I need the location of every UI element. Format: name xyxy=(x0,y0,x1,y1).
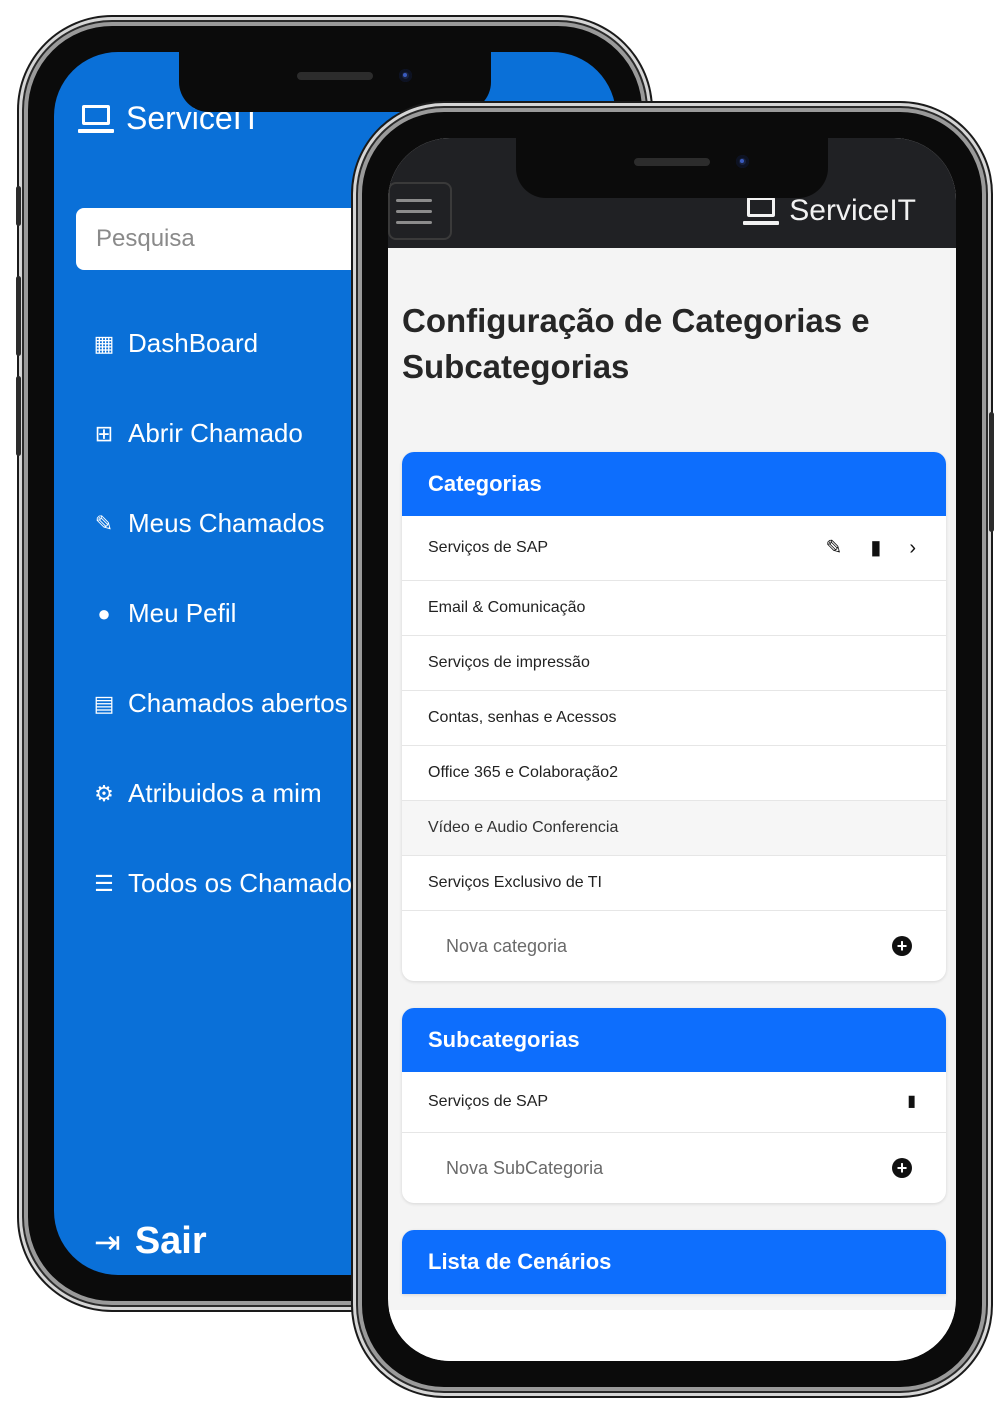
sidebar-item-label: Chamados abertos xyxy=(128,688,348,718)
add-ticket-icon: ⊞ xyxy=(94,420,114,446)
row-actions: ✎ ▮ › xyxy=(826,538,916,558)
laptop-icon xyxy=(78,104,114,133)
sidebar-item-dashboard[interactable]: ▦ DashBoard xyxy=(92,328,258,359)
sidebar-item-todos[interactable]: ☰ Todos os Chamados xyxy=(92,868,365,899)
speaker xyxy=(634,158,710,166)
categories-header: Categorias xyxy=(402,452,946,516)
scenarios-header: Lista de Cenários xyxy=(402,1230,946,1294)
power-button xyxy=(989,412,994,532)
categories-card: Categorias Serviços de SAP ✎ ▮ › Email &… xyxy=(402,452,946,981)
category-row[interactable]: Email & Comunicação xyxy=(402,581,946,636)
category-label: Contas, senhas e Acessos xyxy=(428,709,617,726)
sidebar-item-label: Meu Pefil xyxy=(128,598,237,628)
menu-toggle-button[interactable] xyxy=(388,182,452,240)
sidebar-item-meu-perfil[interactable]: ● Meu Pefil xyxy=(92,598,236,629)
category-label: Serviços de SAP xyxy=(428,539,549,556)
sidebar-item-atribuidos[interactable]: ⚙ Atribuidos a mim xyxy=(92,778,322,809)
add-category-icon[interactable]: + xyxy=(892,936,912,956)
laptop-icon xyxy=(743,197,780,225)
speaker xyxy=(297,72,373,80)
phone-front: ServiceIT Configuração de Categorias e S… xyxy=(358,108,994,1391)
page-title: Configuração de Categorias e Subcategori… xyxy=(402,302,870,385)
clipboard-icon: ▤ xyxy=(93,690,115,716)
front-camera xyxy=(399,69,412,82)
sidebar-item-label: DashBoard xyxy=(128,328,259,358)
trash-icon[interactable]: ▮ xyxy=(870,538,881,558)
subcategories-card: Subcategorias Serviços de SAP ▮ Nova Sub… xyxy=(402,1008,946,1203)
dashboard-icon: ▦ xyxy=(93,330,115,356)
new-subcategory-input[interactable]: Nova SubCategoria xyxy=(446,1158,603,1179)
category-row[interactable]: Serviços de impressão xyxy=(402,636,946,691)
logout-label: Sair xyxy=(134,1220,207,1262)
category-row[interactable]: Serviços Exclusivo de TI xyxy=(402,856,946,911)
trash-icon[interactable]: ▮ xyxy=(907,1092,916,1112)
user-edit-icon: ✎ xyxy=(94,510,114,536)
add-subcategory-icon[interactable]: + xyxy=(892,1158,912,1178)
volume-down-button xyxy=(16,376,21,456)
navbar-brand-label: ServiceIT xyxy=(789,194,916,227)
list-icon: ☰ xyxy=(94,870,114,896)
scenarios-card: Lista de Cenários xyxy=(402,1230,946,1294)
new-subcategory-row: Nova SubCategoria + xyxy=(402,1133,946,1203)
new-category-input[interactable]: Nova categoria xyxy=(446,936,567,957)
category-label: Office 365 e Colaboração2 xyxy=(428,764,619,781)
navbar-brand[interactable]: ServiceIT xyxy=(743,194,916,228)
edit-icon[interactable]: ✎ xyxy=(826,538,843,558)
category-row[interactable]: Serviços de SAP ✎ ▮ › xyxy=(402,516,946,581)
logout-button[interactable]: ⇥ Sair xyxy=(94,1220,207,1263)
search-input[interactable] xyxy=(76,208,406,270)
row-actions: ▮ xyxy=(907,1092,916,1112)
subcategory-label: Serviços de SAP xyxy=(428,1093,549,1110)
volume-up-button xyxy=(16,276,21,356)
logout-icon: ⇥ xyxy=(94,1223,121,1260)
user-icon: ● xyxy=(97,600,111,626)
category-row[interactable]: Contas, senhas e Acessos xyxy=(402,691,946,746)
screen-bottom xyxy=(388,1310,956,1361)
category-label: Vídeo e Audio Conferencia xyxy=(428,819,619,836)
sidebar-item-abrir-chamado[interactable]: ⊞ Abrir Chamado xyxy=(92,418,303,449)
category-label: Serviços de impressão xyxy=(428,654,590,671)
notch xyxy=(179,52,491,112)
mute-switch xyxy=(16,186,21,226)
sidebar-item-chamados-abertos[interactable]: ▤ Chamados abertos xyxy=(92,688,348,719)
front-camera xyxy=(736,155,749,168)
category-row[interactable]: Office 365 e Colaboração2 xyxy=(402,746,946,801)
sidebar-item-label: Atribuidos a mim xyxy=(128,778,322,808)
category-row[interactable]: Vídeo e Audio Conferencia xyxy=(402,801,946,856)
sidebar-item-meus-chamados[interactable]: ✎ Meus Chamados xyxy=(92,508,325,539)
sidebar-item-label: Meus Chamados xyxy=(128,508,325,538)
subcategories-header: Subcategorias xyxy=(402,1008,946,1072)
new-category-row: Nova categoria + xyxy=(402,911,946,981)
category-label: Email & Comunicação xyxy=(428,599,586,616)
sidebar-item-label: Abrir Chamado xyxy=(128,418,303,448)
notch xyxy=(516,138,828,198)
sidebar-item-label: Todos os Chamados xyxy=(128,868,366,898)
user-cog-icon: ⚙ xyxy=(94,780,114,806)
category-label: Serviços Exclusivo de TI xyxy=(428,874,602,891)
config-screen: ServiceIT Configuração de Categorias e S… xyxy=(388,138,956,1361)
subcategory-row[interactable]: Serviços de SAP ▮ xyxy=(402,1072,946,1133)
chevron-right-icon[interactable]: › xyxy=(909,538,916,558)
